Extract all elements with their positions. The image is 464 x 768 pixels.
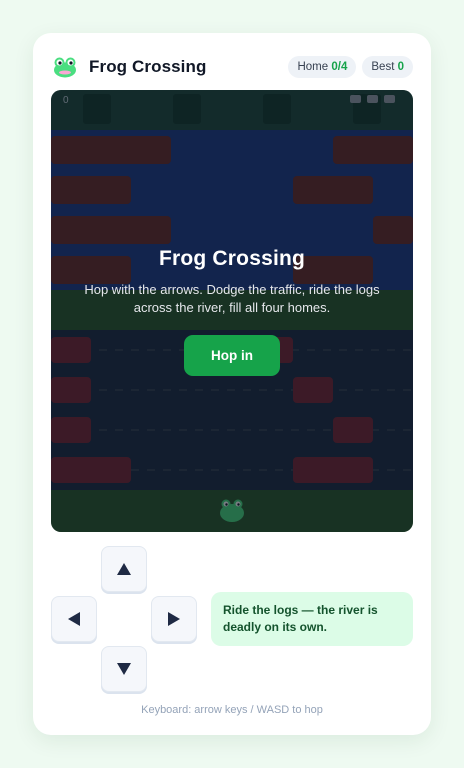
- game-board[interactable]: 0: [51, 90, 413, 532]
- keyboard-hint: Keyboard: arrow keys / WASD to hop: [141, 704, 323, 716]
- down-button[interactable]: [101, 646, 147, 692]
- game-card: Frog Crossing Home 0/4 Best 0 0: [33, 33, 431, 735]
- arrow-up-icon: [117, 563, 131, 575]
- arrow-right-icon: [168, 612, 180, 626]
- best-label: Best: [371, 61, 395, 73]
- home-label: Home: [297, 61, 329, 73]
- home-counter-badge: Home 0/4: [288, 56, 357, 78]
- overlay-instructions: Hop with the arrows. Dodge the traffic, …: [84, 282, 380, 315]
- right-button[interactable]: [151, 596, 197, 642]
- hop-in-button[interactable]: Hop in: [184, 335, 280, 376]
- home-value: 0/4: [331, 61, 348, 73]
- start-overlay: Frog Crossing Hop with the arrows. Dodge…: [51, 90, 413, 532]
- tip-box: Ride the logs — the river is deadly on i…: [211, 592, 413, 646]
- up-button[interactable]: [101, 546, 147, 592]
- frog-logo-icon: [53, 56, 77, 78]
- best-score-badge: Best 0: [362, 56, 413, 78]
- overlay-title: Frog Crossing: [158, 247, 306, 270]
- arrow-left-icon: [68, 612, 80, 626]
- best-value: 0: [397, 61, 404, 73]
- app-title: Frog Crossing: [89, 57, 207, 76]
- left-button[interactable]: [51, 596, 97, 642]
- arrow-down-icon: [117, 663, 131, 675]
- header: Frog Crossing Home 0/4 Best 0: [51, 53, 413, 81]
